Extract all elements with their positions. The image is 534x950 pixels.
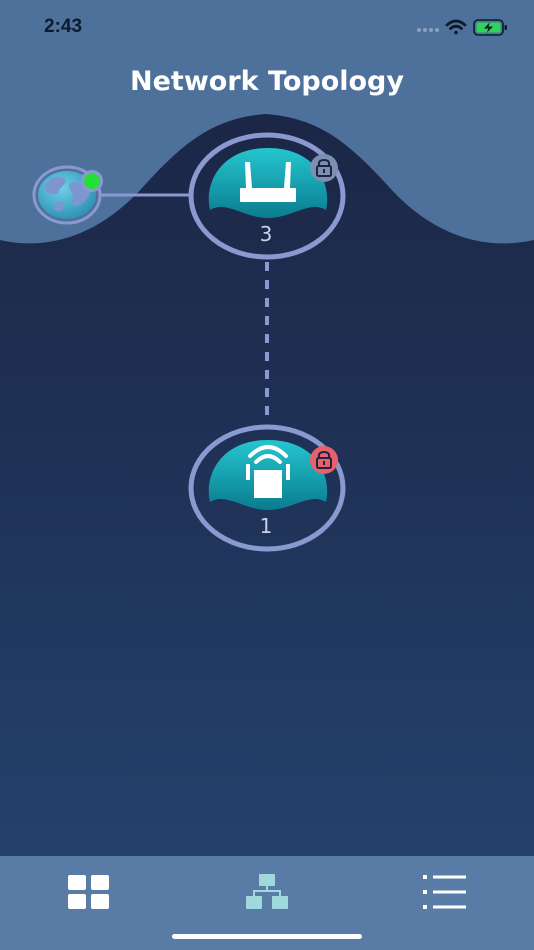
home-indicator[interactable] [172, 934, 362, 939]
internet-status-dot [81, 170, 103, 192]
tab-dashboard[interactable] [67, 874, 111, 910]
router-client-count: 3 [259, 222, 273, 246]
list-icon [423, 875, 466, 909]
tab-topology[interactable] [245, 874, 289, 910]
internet-node[interactable] [31, 162, 107, 228]
router-node[interactable]: 3 [188, 130, 348, 262]
extender-client-count: 1 [259, 514, 273, 538]
lock-icon[interactable] [308, 152, 340, 184]
topology-icon [246, 874, 288, 909]
tab-list[interactable] [423, 874, 467, 910]
extender-node[interactable]: 1 [188, 422, 348, 554]
lock-icon[interactable] [308, 444, 340, 476]
grid-icon [68, 875, 109, 909]
